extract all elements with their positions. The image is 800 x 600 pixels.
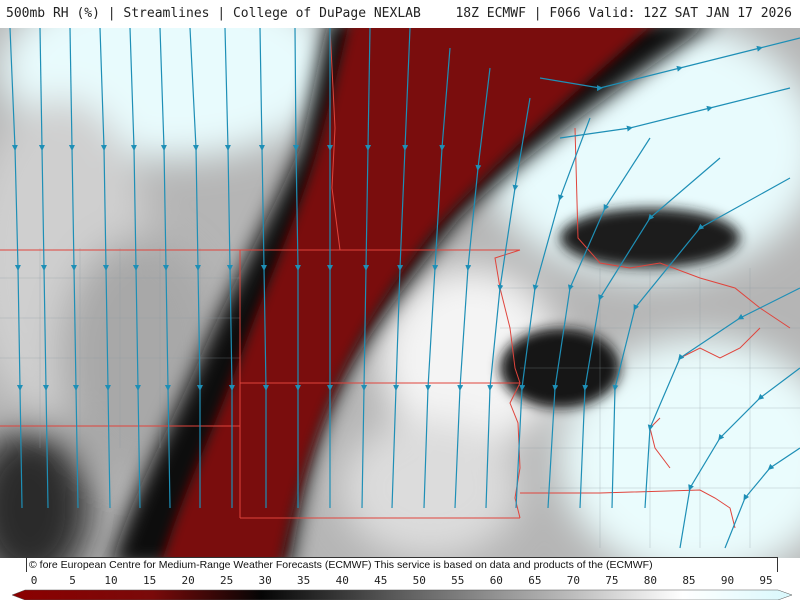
colorbar-tick-75: 75 [605,574,618,587]
weather-map[interactable] [0,28,800,558]
colorbar-tick-30: 30 [259,574,272,587]
colorbar-tick-65: 65 [528,574,541,587]
colorbar-tick-40: 40 [336,574,349,587]
header-bar: 500mb RH (%) | Streamlines | College of … [0,0,800,29]
dark-hole-east [560,208,740,268]
colorbar-tick-85: 85 [682,574,695,587]
colorbar-tick-0: 0 [31,574,38,587]
rh-colorbar: 0 5 10 15 20 25 30 35 40 45 50 55 60 65 70 75 80 85 90 95 [0,572,800,600]
colorbar-tick-95: 95 [759,574,772,587]
colorbar-tick-10: 10 [104,574,117,587]
colorbar-tick-55: 55 [451,574,464,587]
data-credit: © fore European Centre for Medium-Range … [26,557,778,573]
colorbar-tick-70: 70 [567,574,580,587]
colorbar-tick-90: 90 [721,574,734,587]
colorbar-tick-45: 45 [374,574,387,587]
colorbar-tick-5: 5 [69,574,76,587]
colorbar-tick-25: 25 [220,574,233,587]
colorbar-tick-60: 60 [490,574,503,587]
colorbar-tick-80: 80 [644,574,657,587]
colorbar-tick-20: 20 [181,574,194,587]
colorbar-tick-50: 50 [413,574,426,587]
product-title: 500mb RH (%) | Streamlines | College of … [6,6,421,21]
colorbar-ramp [11,589,793,600]
colorbar-tick-35: 35 [297,574,310,587]
model-valid-time: 18Z ECMWF | F066 Valid: 12Z SAT JAN 17 2… [455,6,792,21]
colorbar-tick-15: 15 [143,574,156,587]
